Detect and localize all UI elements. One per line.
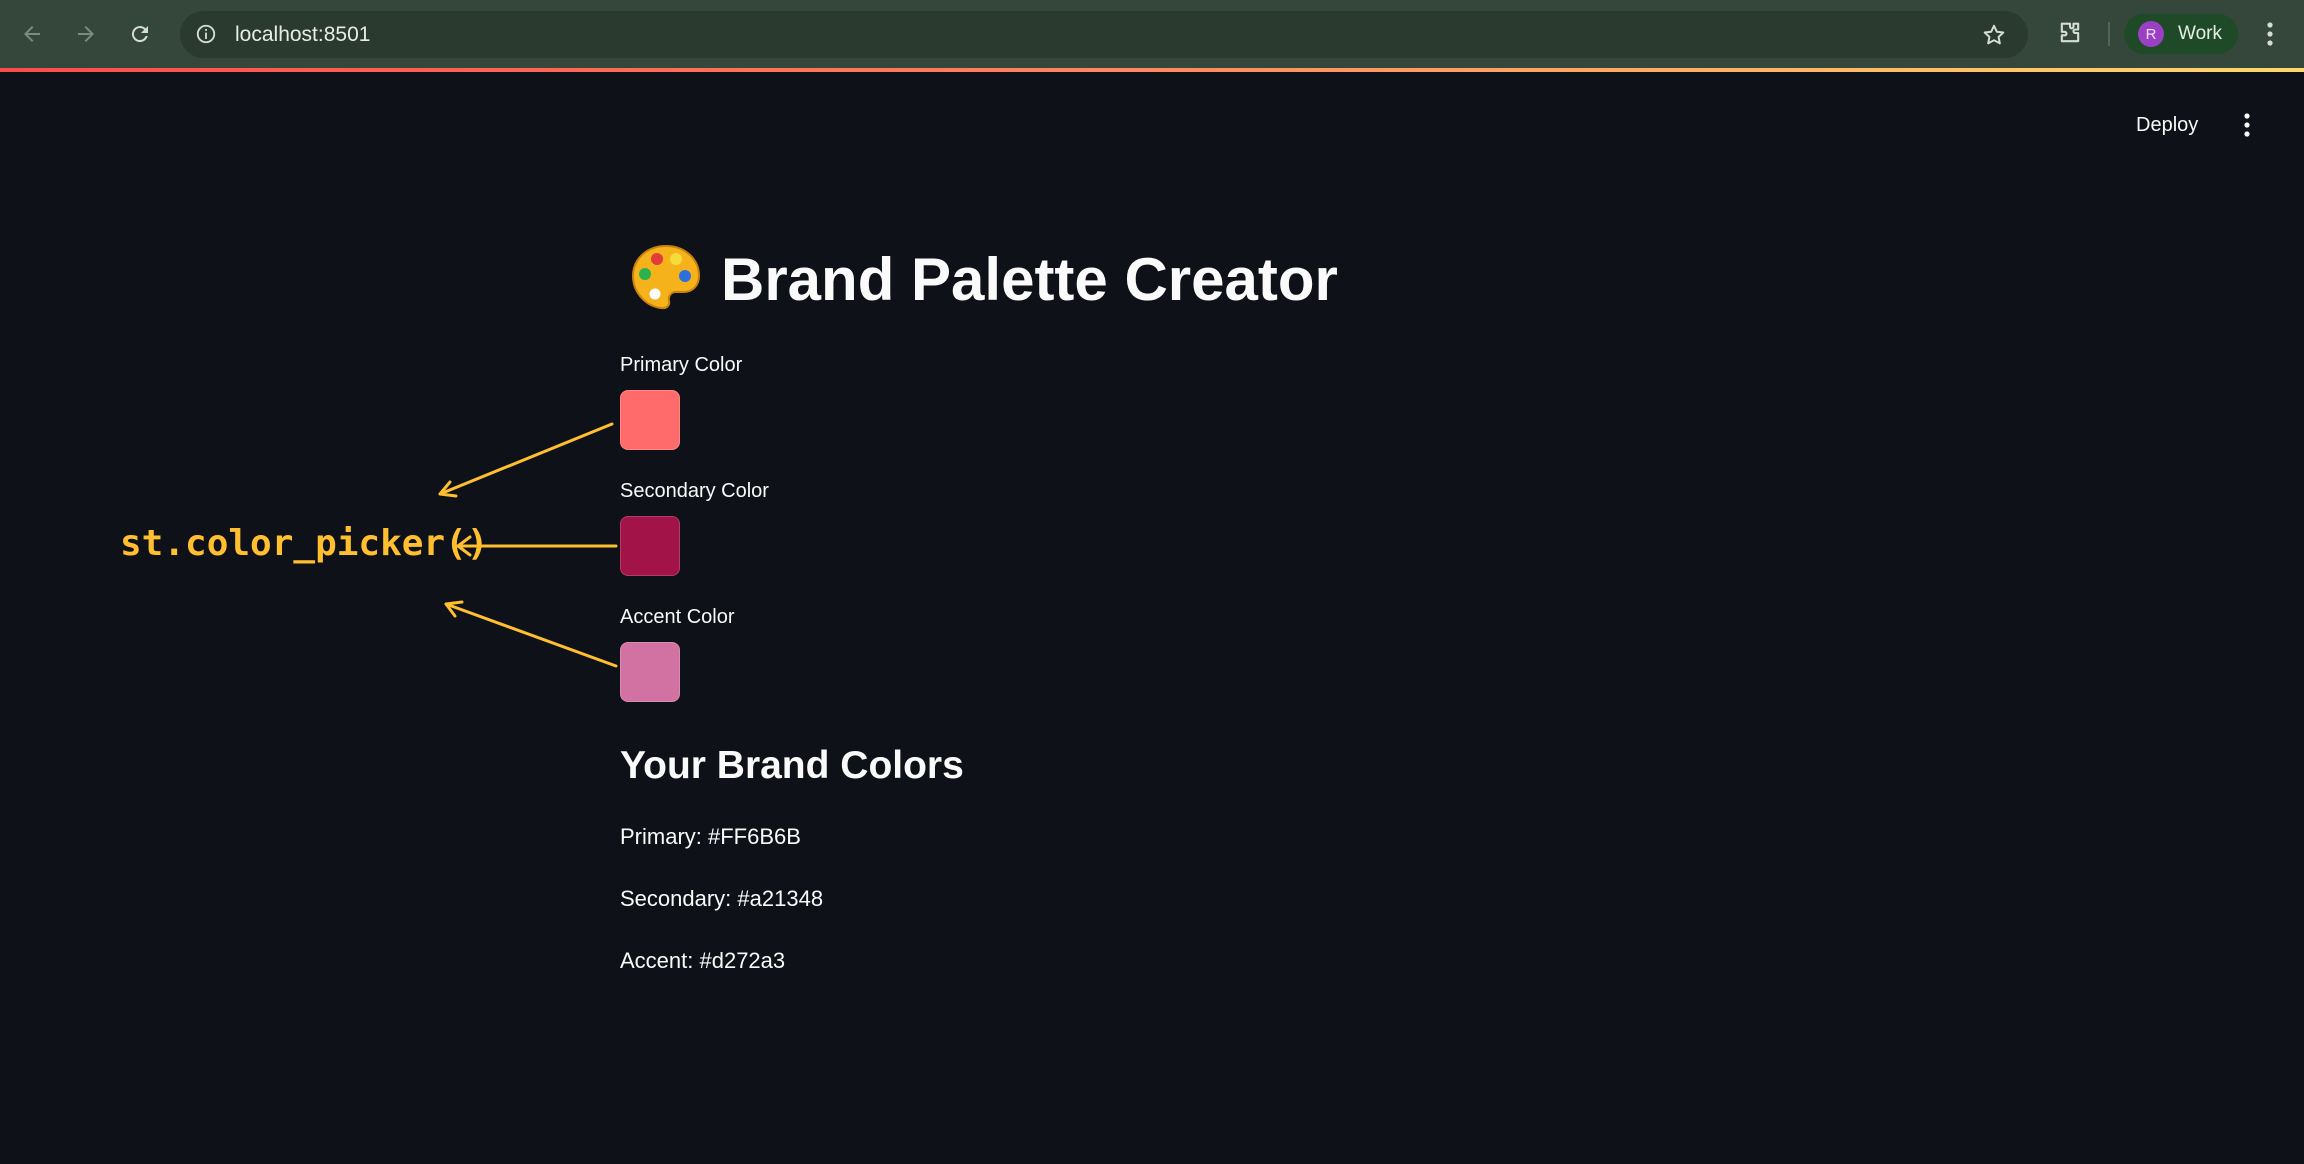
profile-button[interactable]: R Work: [2124, 14, 2238, 54]
brand-colors-heading: Your Brand Colors: [620, 744, 964, 787]
arrow-primary-head: [438, 480, 458, 498]
top-decoration-bar: [0, 68, 2304, 72]
back-arrow-icon[interactable]: [14, 16, 50, 52]
primary-color-picker[interactable]: [620, 390, 680, 450]
puzzle-icon[interactable]: [2054, 17, 2086, 49]
kebab-menu-icon[interactable]: [2258, 17, 2282, 51]
page-title-text: Brand Palette Creator: [721, 245, 1338, 313]
page-title: Brand Palette Creator: [627, 240, 1338, 318]
deploy-button[interactable]: Deploy: [2128, 110, 2206, 141]
secondary-color-picker[interactable]: [620, 516, 680, 576]
kebab-menu-icon[interactable]: [2236, 108, 2258, 142]
star-icon[interactable]: [1980, 21, 2008, 49]
primary-color-label: Primary Color: [620, 354, 743, 376]
artist-palette-icon: [627, 240, 705, 318]
toolbar-divider: [2108, 22, 2110, 46]
arrow-accent: [444, 602, 618, 668]
annotation-arrows: [438, 422, 618, 668]
arrow-primary: [438, 422, 614, 496]
forward-arrow-icon[interactable]: [68, 16, 104, 52]
primary-color-text: Primary: #FF6B6B: [620, 824, 801, 849]
avatar: R: [2138, 21, 2164, 47]
profile-label: Work: [2178, 23, 2222, 44]
arrow-accent-head: [444, 600, 464, 618]
info-icon[interactable]: [194, 22, 218, 46]
secondary-color-text: Secondary: #a21348: [620, 886, 824, 911]
address-bar[interactable]: localhost:8501: [180, 11, 2028, 58]
reload-icon[interactable]: [122, 16, 158, 52]
accent-color-label: Accent Color: [620, 606, 735, 628]
accent-color-picker[interactable]: [620, 642, 680, 702]
url-text[interactable]: localhost:8501: [235, 23, 370, 47]
annotation-label: st.color_picker(): [120, 523, 489, 564]
browser-toolbar: localhost:8501 R Work: [0, 0, 2304, 71]
secondary-color-label: Secondary Color: [620, 480, 769, 502]
accent-color-text: Accent: #d272a3: [620, 948, 786, 973]
